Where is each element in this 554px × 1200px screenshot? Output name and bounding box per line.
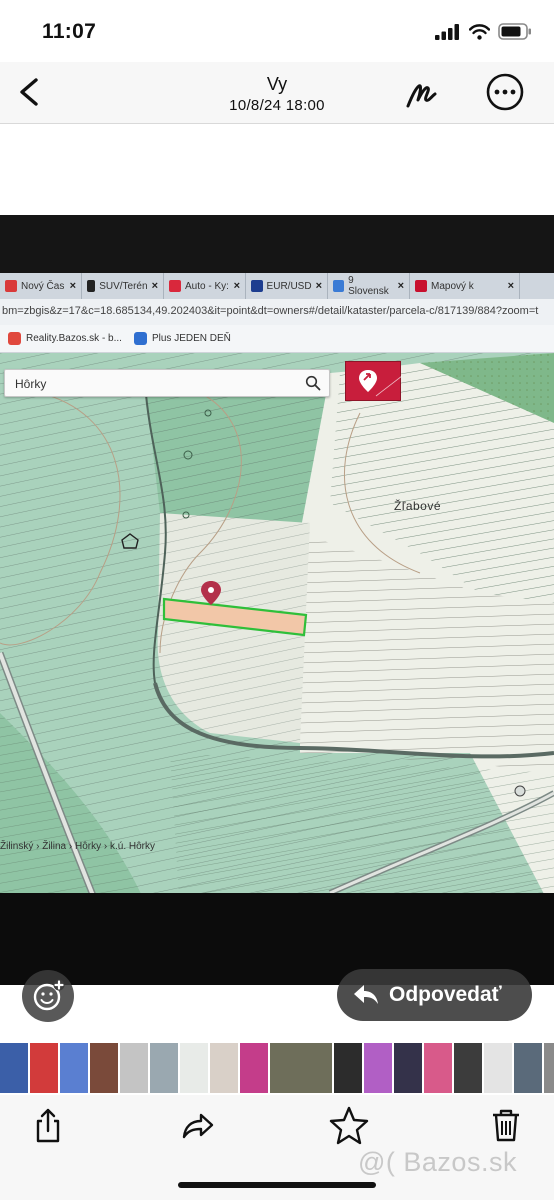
browser-tab[interactable]: Nový Čas × xyxy=(0,273,82,299)
forward-arrow-icon xyxy=(182,1113,214,1139)
add-reaction-button[interactable] xyxy=(22,970,74,1022)
browser-tab-label: EUR/USD xyxy=(266,280,312,292)
tab-favicon-icon xyxy=(251,280,263,292)
filmstrip-thumbnail[interactable] xyxy=(30,1043,58,1093)
filmstrip-thumbnail[interactable] xyxy=(0,1043,28,1093)
more-button[interactable] xyxy=(484,71,526,113)
browser-tab[interactable]: 9 Slovensk × xyxy=(328,273,410,299)
share-button[interactable] xyxy=(28,1105,68,1145)
bookmark-label: Plus JEDEN DEŇ xyxy=(151,333,231,344)
filmstrip-thumbnail[interactable] xyxy=(334,1043,362,1093)
tab-close-icon[interactable]: × xyxy=(316,280,322,292)
browser-tab[interactable]: SUV/Terén × xyxy=(82,273,164,299)
bottom-toolbar: @( Bazos.sk xyxy=(0,1095,554,1200)
laptop-screen: Nový Čas × SUV/Terén × Auto - Ky: × EUR/USD × 9 … xyxy=(0,273,554,985)
filmstrip-thumbnail[interactable] xyxy=(394,1043,422,1093)
browser-tab-label: Mapový k xyxy=(431,280,474,292)
filmstrip-thumbnail[interactable] xyxy=(180,1043,208,1093)
filmstrip-thumbnail[interactable] xyxy=(514,1043,542,1093)
browser-url-bar: bm=zbgis&z=17&c=18.685134,49.202403&it=p… xyxy=(0,299,554,325)
bazos-watermark: @( Bazos.sk xyxy=(358,1147,517,1177)
tab-close-icon[interactable]: × xyxy=(398,280,404,292)
location-pin-icon xyxy=(359,370,403,397)
filmstrip-thumbnail[interactable] xyxy=(150,1043,178,1093)
markup-button[interactable] xyxy=(402,74,442,114)
browser-tab-label: Auto - Ky: xyxy=(185,280,229,292)
filmstrip-thumbnail[interactable] xyxy=(210,1043,238,1093)
filmstrip-thumbnail[interactable] xyxy=(270,1043,332,1093)
add-reaction-icon xyxy=(33,979,65,1011)
tab-favicon-icon xyxy=(87,280,96,292)
bookmark-item[interactable]: Reality.Bazos.sk - b... xyxy=(8,332,122,345)
nav-subtitle: 10/8/24 18:00 xyxy=(229,97,325,114)
filmstrip-thumbnail[interactable] xyxy=(240,1043,268,1093)
favorite-button[interactable] xyxy=(328,1105,369,1145)
tab-favicon-icon xyxy=(5,280,17,292)
map-breadcrumb: Žilinský › Žilina › Hôrky › k.ú. Hôrky xyxy=(0,841,156,852)
browser-tab[interactable]: Mapový k × xyxy=(410,273,520,299)
forward-button[interactable] xyxy=(178,1105,218,1145)
browser-tab-label: Nový Čas xyxy=(21,280,65,292)
markup-pen-icon xyxy=(406,84,437,108)
browser-tab-label: 9 Slovensk xyxy=(348,275,389,297)
delete-button[interactable] xyxy=(486,1105,526,1145)
browser-tabs: Nový Čas × SUV/Terén × Auto - Ky: × EUR/USD × 9 … xyxy=(0,273,554,299)
filmstrip-thumbnail[interactable] xyxy=(60,1043,88,1093)
location-pin-button[interactable] xyxy=(345,361,403,401)
bookmark-favicon-icon xyxy=(133,332,147,345)
map-place-label: Žľabové xyxy=(394,499,442,513)
tab-favicon-icon xyxy=(333,280,345,292)
tab-close-icon[interactable]: × xyxy=(234,280,240,292)
tab-favicon-icon xyxy=(415,280,427,292)
cellular-signal-icon xyxy=(435,23,459,40)
nav-header: Vy 10/8/24 18:00 xyxy=(0,62,554,124)
battery-icon xyxy=(498,23,531,40)
search-icon[interactable] xyxy=(305,375,321,391)
filmstrip-thumbnail[interactable] xyxy=(544,1043,554,1093)
filmstrip-thumbnail[interactable] xyxy=(364,1043,392,1093)
tab-favicon-icon xyxy=(169,280,181,292)
browser-tab[interactable]: EUR/USD × xyxy=(246,273,328,299)
filmstrip-thumbnail[interactable] xyxy=(454,1043,482,1093)
message-photo[interactable]: Nový Čas × SUV/Terén × Auto - Ky: × EUR/USD × 9 … xyxy=(0,215,554,985)
reply-arrow-icon xyxy=(354,985,378,1004)
browser-tab[interactable]: Auto - Ky: × xyxy=(164,273,246,299)
bookmark-label: Reality.Bazos.sk - b... xyxy=(26,333,122,344)
wifi-icon xyxy=(469,23,490,40)
share-icon xyxy=(36,1108,60,1143)
bookmark-item[interactable]: Plus JEDEN DEŇ xyxy=(133,332,231,345)
map-search-box[interactable]: Hôrky xyxy=(4,369,330,397)
star-icon xyxy=(329,1106,369,1145)
bookmark-favicon-icon xyxy=(8,332,21,345)
filmstrip-thumbnail[interactable] xyxy=(90,1043,118,1093)
trash-icon xyxy=(493,1109,519,1142)
status-time: 11:07 xyxy=(42,20,97,43)
browser-tab-label: SUV/Terén xyxy=(99,280,148,292)
filmstrip-thumbnail[interactable] xyxy=(484,1043,512,1093)
cadastral-map xyxy=(0,353,554,913)
ellipsis-circle-icon xyxy=(486,73,524,111)
tab-close-icon[interactable]: × xyxy=(152,280,158,292)
tab-close-icon[interactable]: × xyxy=(70,280,76,292)
nav-title: Vy xyxy=(266,74,288,94)
home-indicator[interactable] xyxy=(178,1182,376,1188)
photo-filmstrip xyxy=(0,1043,554,1093)
status-icons xyxy=(435,23,532,40)
filmstrip-thumbnail[interactable] xyxy=(120,1043,148,1093)
filmstrip-thumbnail[interactable] xyxy=(424,1043,452,1093)
bookmarks-bar: Reality.Bazos.sk - b... Plus JEDEN DEŇ xyxy=(0,325,554,353)
map-search-input[interactable]: Hôrky xyxy=(15,377,46,391)
reply-label: Odpovedať xyxy=(389,983,502,1006)
status-bar: 11:07 xyxy=(0,0,554,62)
reply-button[interactable]: Odpovedať xyxy=(337,969,532,1021)
tab-close-icon[interactable]: × xyxy=(508,280,514,292)
